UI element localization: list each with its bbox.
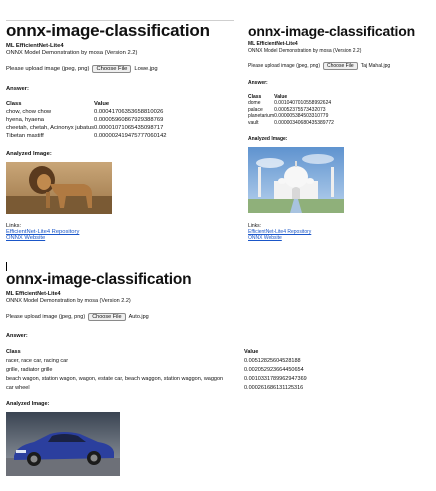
car-photo-icon xyxy=(6,412,120,477)
value-cell: 0.00001071065435098717 xyxy=(93,124,164,131)
results-table: Class Value chow, chow chow 0.00041706353… xyxy=(6,100,167,140)
results-table: Class Value racer, race car, racing car 0… xyxy=(6,348,307,393)
results-table: Class Value dome 0.0010407010558992624 pa… xyxy=(248,94,334,127)
class-cell: chow, chow chow xyxy=(6,108,52,115)
table-row: planetarium 0.000005384503310779 xyxy=(248,113,334,120)
model-description: ONNX Model Demonstration by mosa (Versio… xyxy=(6,298,131,305)
table-row: dome 0.0010407010558992624 xyxy=(248,100,334,107)
app-title: onnx-image-classification xyxy=(6,271,192,288)
table-row: vault 0.00000340680435389772 xyxy=(248,120,334,127)
model-description: ONNX Model Demonstration by mosa (Versio… xyxy=(248,47,362,54)
class-cell: hyena, hyaena xyxy=(6,116,45,123)
value-column-header: Value xyxy=(244,349,259,356)
model-name: ML EfficientNet-Lite4 xyxy=(6,291,61,298)
value-cell: 0.00000340680435389772 xyxy=(274,119,334,126)
app-panel-car: onnx-image-classification ML EfficientNe… xyxy=(6,266,430,477)
onnx-website-link[interactable]: ONNX Website xyxy=(248,235,434,241)
class-cell: grille, radiator grille xyxy=(6,367,53,374)
upload-row: Please upload image (jpeg, png) Choose F… xyxy=(6,64,231,73)
upload-row: Please upload image (jpeg, png) Choose F… xyxy=(248,61,434,70)
app-title: onnx-image-classification xyxy=(248,23,415,39)
app-title: onnx-image-classification xyxy=(6,21,210,40)
class-cell: beach wagon, station wagon, wagon, estat… xyxy=(6,376,224,383)
table-row: cheetah, chetah, Acinonyx jubatus 0.00001… xyxy=(6,124,167,132)
value-cell: 0.0010407010558992624 xyxy=(274,100,332,107)
model-description: ONNX Model Demonstration by mosa (Versio… xyxy=(6,49,138,56)
value-cell: 0.000002419475777060142 xyxy=(93,132,167,139)
class-column-header: Class xyxy=(6,100,22,107)
choose-file-button[interactable]: Choose File xyxy=(323,61,358,70)
analyzed-image-heading: Analyzed Image: xyxy=(248,136,288,143)
upload-row: Please upload image (jpeg, png) Choose F… xyxy=(6,313,430,322)
model-name: ML EfficientNet-Lite4 xyxy=(6,42,64,49)
table-header-row: Class Value xyxy=(6,348,307,357)
value-cell: 0.0010331789962947369 xyxy=(244,376,307,383)
class-cell: planetarium xyxy=(248,113,275,120)
answer-heading: Answer: xyxy=(248,79,268,86)
app-panel-taj-mahal: onnx-image-classification ML EfficientNe… xyxy=(248,14,434,241)
app-panel-lion: onnx-image-classification ML EfficientNe… xyxy=(6,2,231,241)
class-cell: racer, race car, racing car xyxy=(6,358,69,365)
value-cell: 0.00512825604528188 xyxy=(244,358,301,365)
selected-filename: Lowe.jpg xyxy=(134,65,158,72)
lion-photo-icon xyxy=(6,161,112,214)
class-cell: cheetah, chetah, Acinonyx jubatus xyxy=(6,124,94,131)
value-column-header: Value xyxy=(93,100,110,107)
upload-label: Please upload image (jpeg, png) xyxy=(6,314,86,321)
table-header-row: Class Value xyxy=(6,100,167,108)
selected-filename: Auto.jpg xyxy=(128,314,149,321)
value-cell: 0.000005384503310779 xyxy=(274,113,329,120)
choose-file-button[interactable]: Choose File xyxy=(88,313,126,322)
onnx-website-link[interactable]: ONNX Website xyxy=(6,235,231,241)
analyzed-image-heading: Analyzed Image: xyxy=(6,401,50,408)
table-row: racer, race car, racing car 0.00512825604… xyxy=(6,357,307,366)
analyzed-image-heading: Analyzed Image: xyxy=(6,150,52,157)
table-row: hyena, hyaena 0.00005960867929388769 xyxy=(6,116,167,124)
answer-heading: Answer: xyxy=(6,85,29,92)
table-row: Tibetan mastiff 0.000002419475777060142 xyxy=(6,132,167,140)
class-cell: Tibetan mastiff xyxy=(6,132,44,139)
model-name: ML EfficientNet-Lite4 xyxy=(248,40,298,47)
class-cell: car wheel xyxy=(6,385,30,392)
value-cell: 0.00005960867929388769 xyxy=(93,116,164,123)
class-cell: vault xyxy=(248,119,259,126)
class-column-header: Class xyxy=(6,349,21,356)
answer-heading: Answer: xyxy=(6,333,28,340)
choose-file-button[interactable]: Choose File xyxy=(92,64,132,73)
value-cell: 0.000261686131125316 xyxy=(244,385,304,392)
upload-label: Please upload image (jpeg, png) xyxy=(248,62,320,69)
table-row: chow, chow chow 0.00041706353658810026 xyxy=(6,108,167,116)
table-row: car wheel 0.000261686131125316 xyxy=(6,384,307,393)
selected-filename: Taj Mahal.jpg xyxy=(360,62,391,69)
table-row: beach wagon, station wagon, wagon, estat… xyxy=(6,375,307,384)
value-cell: 0.002052923664450654 xyxy=(244,367,304,374)
taj-mahal-photo-icon xyxy=(248,147,344,214)
upload-label: Please upload image (jpeg, png) xyxy=(6,65,90,72)
value-cell: 0.00041706353658810026 xyxy=(93,108,164,115)
table-row: grille, radiator grille 0.002052923664450… xyxy=(6,366,307,375)
